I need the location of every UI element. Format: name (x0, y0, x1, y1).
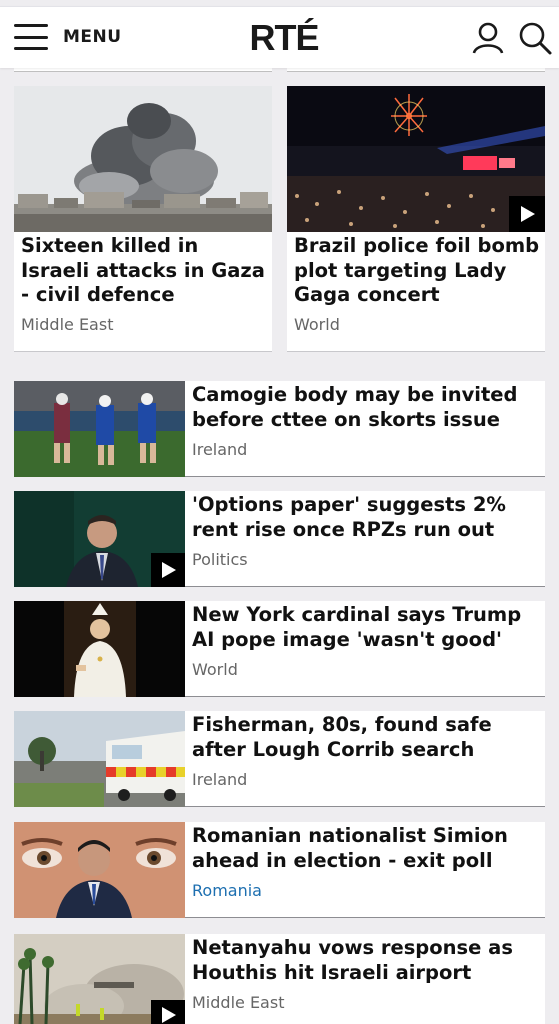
story-image-airport-smoke (14, 934, 185, 1024)
story-title[interactable]: Romanian nationalist Simion ahead in ele… (192, 824, 542, 873)
story-category[interactable]: World (192, 660, 238, 679)
story-row[interactable]: 'Options paper' suggests 2% rent rise on… (14, 491, 545, 587)
story-category[interactable]: Middle East (21, 315, 113, 334)
story-title[interactable]: Camogie body may be invited before cttee… (192, 383, 542, 432)
story-image-camogie (14, 381, 185, 477)
video-play-icon[interactable] (151, 553, 185, 587)
story-category[interactable]: Politics (192, 550, 248, 569)
story-title[interactable]: Sixteen killed in Israeli attacks in Gaz… (21, 234, 269, 308)
story-image-concert-fireworks (287, 86, 545, 232)
search-icon[interactable] (517, 20, 553, 56)
site-header: MENU RTÉ (0, 6, 559, 68)
story-category[interactable]: Middle East (192, 993, 284, 1012)
story-image-minister (14, 491, 185, 587)
story-image-gaza-smoke (14, 86, 272, 232)
story-title[interactable]: Brazil police foil bomb plot targeting L… (294, 234, 542, 308)
story-row[interactable]: Camogie body may be invited before cttee… (14, 381, 545, 477)
video-play-icon[interactable] (151, 1000, 185, 1024)
story-row[interactable]: New York cardinal says Trump AI pope ima… (14, 601, 545, 697)
account-icon[interactable] (470, 20, 506, 56)
story-title[interactable]: Netanyahu vows response as Houthis hit I… (192, 936, 542, 985)
story-category[interactable]: Romania (192, 881, 262, 900)
hamburger-icon[interactable] (14, 24, 48, 50)
story-title[interactable]: Fisherman, 80s, found safe after Lough C… (192, 713, 542, 762)
story-image-pope (14, 601, 185, 697)
story-row[interactable]: Romanian nationalist Simion ahead in ele… (14, 822, 545, 918)
featured-story-card[interactable]: Sixteen killed in Israeli attacks in Gaz… (14, 86, 272, 352)
menu-label[interactable]: MENU (63, 27, 122, 47)
story-title[interactable]: 'Options paper' suggests 2% rent rise on… (192, 493, 542, 542)
story-image-simion (14, 822, 185, 918)
rte-logo[interactable]: RTÉ (244, 16, 324, 60)
story-row[interactable]: Fisherman, 80s, found safe after Lough C… (14, 711, 545, 807)
story-category[interactable]: World (294, 315, 340, 334)
story-image-lough-corrib (14, 711, 185, 807)
featured-story-card[interactable]: Brazil police foil bomb plot targeting L… (287, 86, 545, 352)
video-play-icon[interactable] (509, 196, 545, 232)
story-category[interactable]: Ireland (192, 440, 247, 459)
story-category[interactable]: Ireland (192, 770, 247, 789)
story-row[interactable]: Netanyahu vows response as Houthis hit I… (14, 934, 545, 1024)
logo-text[interactable]: RTÉ (250, 17, 320, 59)
menu-button[interactable]: MENU (14, 22, 122, 52)
story-title[interactable]: New York cardinal says Trump AI pope ima… (192, 603, 542, 652)
